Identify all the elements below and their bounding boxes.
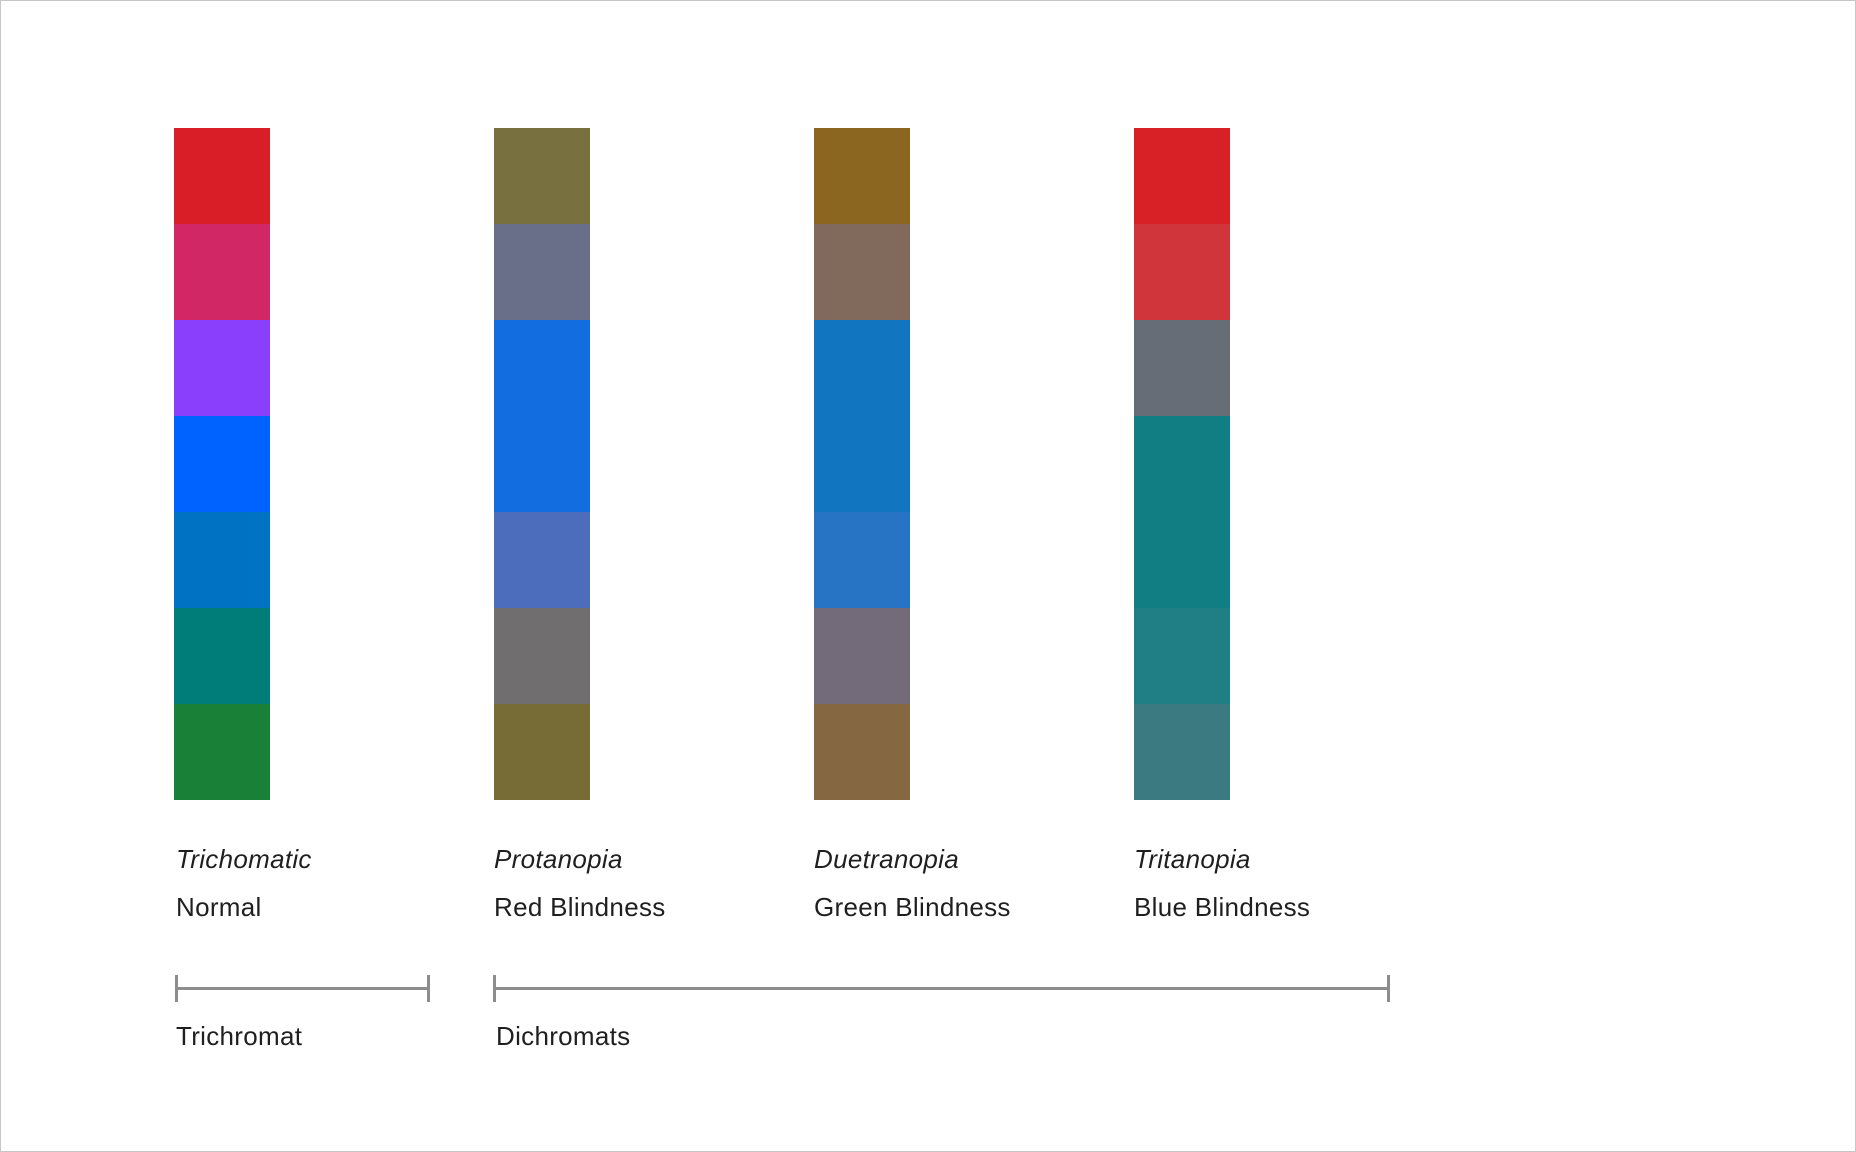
color-swatch (814, 512, 910, 608)
color-swatch (174, 320, 270, 416)
color-swatch (494, 704, 590, 800)
column-caption: Duetranopia Green Blindness (814, 844, 1011, 922)
color-swatch (1134, 320, 1230, 416)
color-swatch (814, 128, 910, 224)
color-swatch (174, 608, 270, 704)
color-swatch (814, 224, 910, 320)
color-swatch (174, 512, 270, 608)
color-swatch (814, 704, 910, 800)
color-swatch (814, 416, 910, 512)
vision-type-description: Normal (176, 892, 262, 922)
color-swatch (1134, 512, 1230, 608)
color-swatch (174, 704, 270, 800)
bracket-end-tick (427, 975, 430, 1002)
vision-type-name: Protanopia (494, 844, 623, 874)
color-swatch (494, 224, 590, 320)
trichromat-bracket (175, 975, 430, 1003)
color-strip (1134, 128, 1230, 800)
color-swatch (494, 320, 590, 416)
vision-type-description: Blue Blindness (1134, 892, 1311, 922)
color-swatch (1134, 128, 1230, 224)
color-swatch (814, 320, 910, 416)
color-strip (814, 128, 910, 800)
group-label-dichromats: Dichromats (496, 1021, 631, 1051)
color-swatch (1134, 224, 1230, 320)
column-protanopia: Protanopia Red Blindness (494, 128, 665, 922)
column-caption: Tritanopia Blue Blindness (1134, 844, 1310, 922)
vision-type-name: Tritanopia (1134, 844, 1251, 874)
column-tritanopia: Tritanopia Blue Blindness (1134, 128, 1310, 922)
bracket-line (493, 987, 1390, 990)
color-swatch (174, 128, 270, 224)
color-swatch (494, 512, 590, 608)
column-caption: Trichomatic Normal (176, 844, 312, 922)
color-swatch (494, 128, 590, 224)
group-label-trichromat: Trichromat (176, 1021, 303, 1051)
color-swatch (174, 416, 270, 512)
column-trichomatic: Trichomatic Normal (174, 128, 311, 922)
column-duetranopia: Duetranopia Green Blindness (814, 128, 1010, 922)
color-swatch (1134, 704, 1230, 800)
dichromats-bracket (493, 975, 1390, 1003)
color-swatch (494, 608, 590, 704)
color-swatch (1134, 416, 1230, 512)
color-swatch (814, 608, 910, 704)
color-swatch (1134, 608, 1230, 704)
vision-type-description: Green Blindness (814, 892, 1011, 922)
color-swatch (174, 224, 270, 320)
vision-type-description: Red Blindness (494, 892, 666, 922)
color-strip (494, 128, 590, 800)
color-strip (174, 128, 270, 800)
color-swatch (494, 416, 590, 512)
column-caption: Protanopia Red Blindness (494, 844, 666, 922)
bracket-line (175, 987, 430, 990)
vision-type-name: Trichomatic (176, 844, 312, 874)
vision-type-name: Duetranopia (814, 844, 959, 874)
bracket-end-tick (1387, 975, 1390, 1002)
